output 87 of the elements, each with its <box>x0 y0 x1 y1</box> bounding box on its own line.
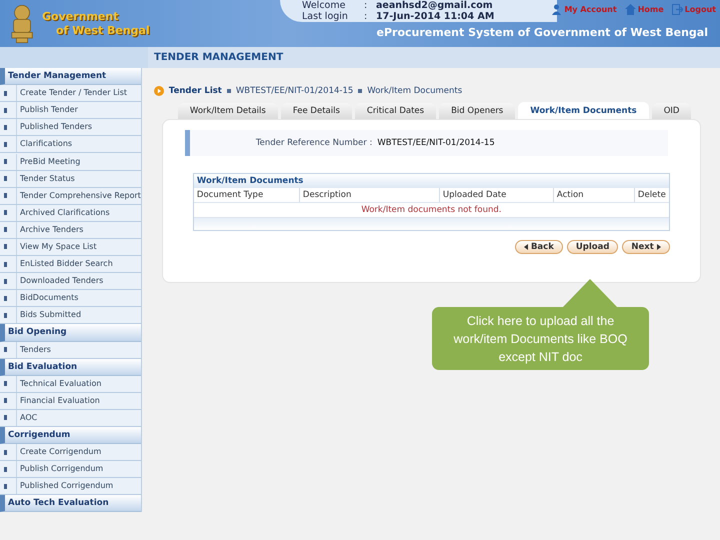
breadcrumb-link[interactable]: WBTEST/EE/NIT-01/2014-15 <box>236 86 354 96</box>
last-login-label: Last login <box>302 11 349 22</box>
last-login-time: 17-Jun-2014 11:04 AM <box>376 11 494 22</box>
sidebar-item[interactable]: Publish Corrigendum <box>16 461 104 478</box>
logo-text: of West Bengal <box>55 24 150 38</box>
tab[interactable]: Critical Dates <box>354 103 436 119</box>
sidebar-heading[interactable]: Bid Evaluation <box>0 358 141 376</box>
system-title: eProcurement System of Government of West Bengal <box>376 26 708 39</box>
tab[interactable]: Bid Openers <box>439 103 516 119</box>
bullet-icon <box>4 90 7 96</box>
play-icon <box>154 86 164 96</box>
column-header: Uploaded Date <box>440 188 554 202</box>
bullet-icon <box>4 262 7 267</box>
bullet-icon <box>4 347 7 352</box>
table-title: Work/Item Documents <box>194 174 669 188</box>
sidebar-heading[interactable]: Auto Tech Evaluation <box>0 495 141 512</box>
separator-colon: : <box>364 11 368 22</box>
bullet-icon <box>4 142 7 147</box>
sidebar-item[interactable]: Published Corrigendum <box>16 478 114 494</box>
sidebar-heading[interactable]: Bid Opening <box>0 324 141 342</box>
sidebar-item[interactable]: Downloaded Tenders <box>16 273 104 290</box>
upload-button[interactable]: Upload <box>566 240 618 254</box>
sidebar-item[interactable]: Create Tender / Tender List <box>16 85 128 102</box>
column-header: Delete <box>636 189 667 202</box>
bullet-icon <box>4 124 7 130</box>
callout-text: Click here to upload all the work/item Documents like BOQ except NIT doc <box>452 312 628 366</box>
sidebar-item[interactable]: Bids Submitted <box>16 307 82 324</box>
sidebar-heading[interactable]: Tender Management <box>0 68 141 86</box>
bullet-icon <box>4 450 7 455</box>
bullet-icon <box>4 210 7 216</box>
column-header: Document Type <box>194 188 300 202</box>
user-icon <box>551 4 562 15</box>
sidebar-item[interactable]: Tender Comprehensive Report <box>16 188 141 204</box>
reference-number: WBTEST/EE/NIT-01/2014-15 <box>377 138 495 148</box>
bullet-icon <box>4 398 7 404</box>
sidebar-item[interactable]: Clarifications <box>16 136 72 152</box>
next-button[interactable]: Next <box>622 240 670 254</box>
page-title: TENDER MANAGEMENT <box>148 47 720 68</box>
sidebar-item[interactable]: BidDocuments <box>16 290 78 306</box>
separator-colon: : <box>364 0 368 11</box>
reference-label: Tender Reference Number : <box>256 138 372 148</box>
right-arrow-icon <box>656 244 661 250</box>
sidebar-item[interactable]: AOC <box>16 410 38 426</box>
bullet-icon <box>4 227 7 232</box>
logout-icon <box>672 4 683 15</box>
bullet-icon <box>4 312 7 318</box>
sidebar-item[interactable]: Tenders <box>16 342 51 358</box>
empty-message: Work/Item documents not found. <box>361 205 502 215</box>
sidebar-item[interactable]: Published Tenders <box>16 119 92 136</box>
sidebar-item[interactable]: Tender Status <box>16 170 75 187</box>
bullet-icon <box>4 244 7 250</box>
sidebar-heading[interactable]: Corrigendum <box>0 426 141 444</box>
back-button[interactable]: Back <box>514 240 563 254</box>
breadcrumb-link[interactable]: Work/Item Documents <box>367 86 462 96</box>
sidebar-item[interactable]: Create Corrigendum <box>16 444 102 460</box>
bullet-icon <box>4 466 7 472</box>
tab[interactable]: OID <box>652 103 692 119</box>
bullet-icon <box>4 296 7 301</box>
logo-text: Government <box>42 10 120 24</box>
separator-icon <box>226 89 231 93</box>
bullet-icon <box>4 176 7 182</box>
sidebar-item[interactable]: Technical Evaluation <box>16 376 102 392</box>
user-email: aeanhsd2@gmail.com <box>376 0 493 11</box>
left-arrow-icon <box>524 244 528 250</box>
bullet-icon <box>4 484 7 489</box>
sidebar-item[interactable]: View My Space List <box>16 238 97 255</box>
breadcrumb-link[interactable]: Tender List <box>168 86 222 96</box>
welcome-label: Welcome <box>302 0 346 11</box>
sidebar-item[interactable]: Archived Clarifications <box>16 204 110 221</box>
tab[interactable]: Work/Item Documents <box>518 102 649 119</box>
sidebar-item[interactable]: EnListed Bidder Search <box>16 256 113 272</box>
bullet-icon <box>4 278 7 284</box>
column-header: Action <box>554 188 635 202</box>
sidebar-item[interactable]: Archive Tenders <box>16 222 84 238</box>
bullet-icon <box>4 381 7 386</box>
sidebar-item[interactable]: PreBid Meeting <box>16 154 80 170</box>
sidebar-item[interactable]: Financial Evaluation <box>16 392 100 409</box>
bullet-icon <box>4 108 7 113</box>
sidebar-item[interactable]: Publish Tender <box>16 102 78 118</box>
separator-icon <box>358 89 362 93</box>
bullet-icon <box>4 159 7 164</box>
column-header: Description <box>300 188 440 202</box>
tab[interactable]: Work/Item Details <box>178 103 278 119</box>
home-icon <box>624 4 636 15</box>
tab[interactable]: Fee Details <box>280 103 352 119</box>
bullet-icon <box>4 415 7 420</box>
bullet-icon <box>4 193 7 198</box>
